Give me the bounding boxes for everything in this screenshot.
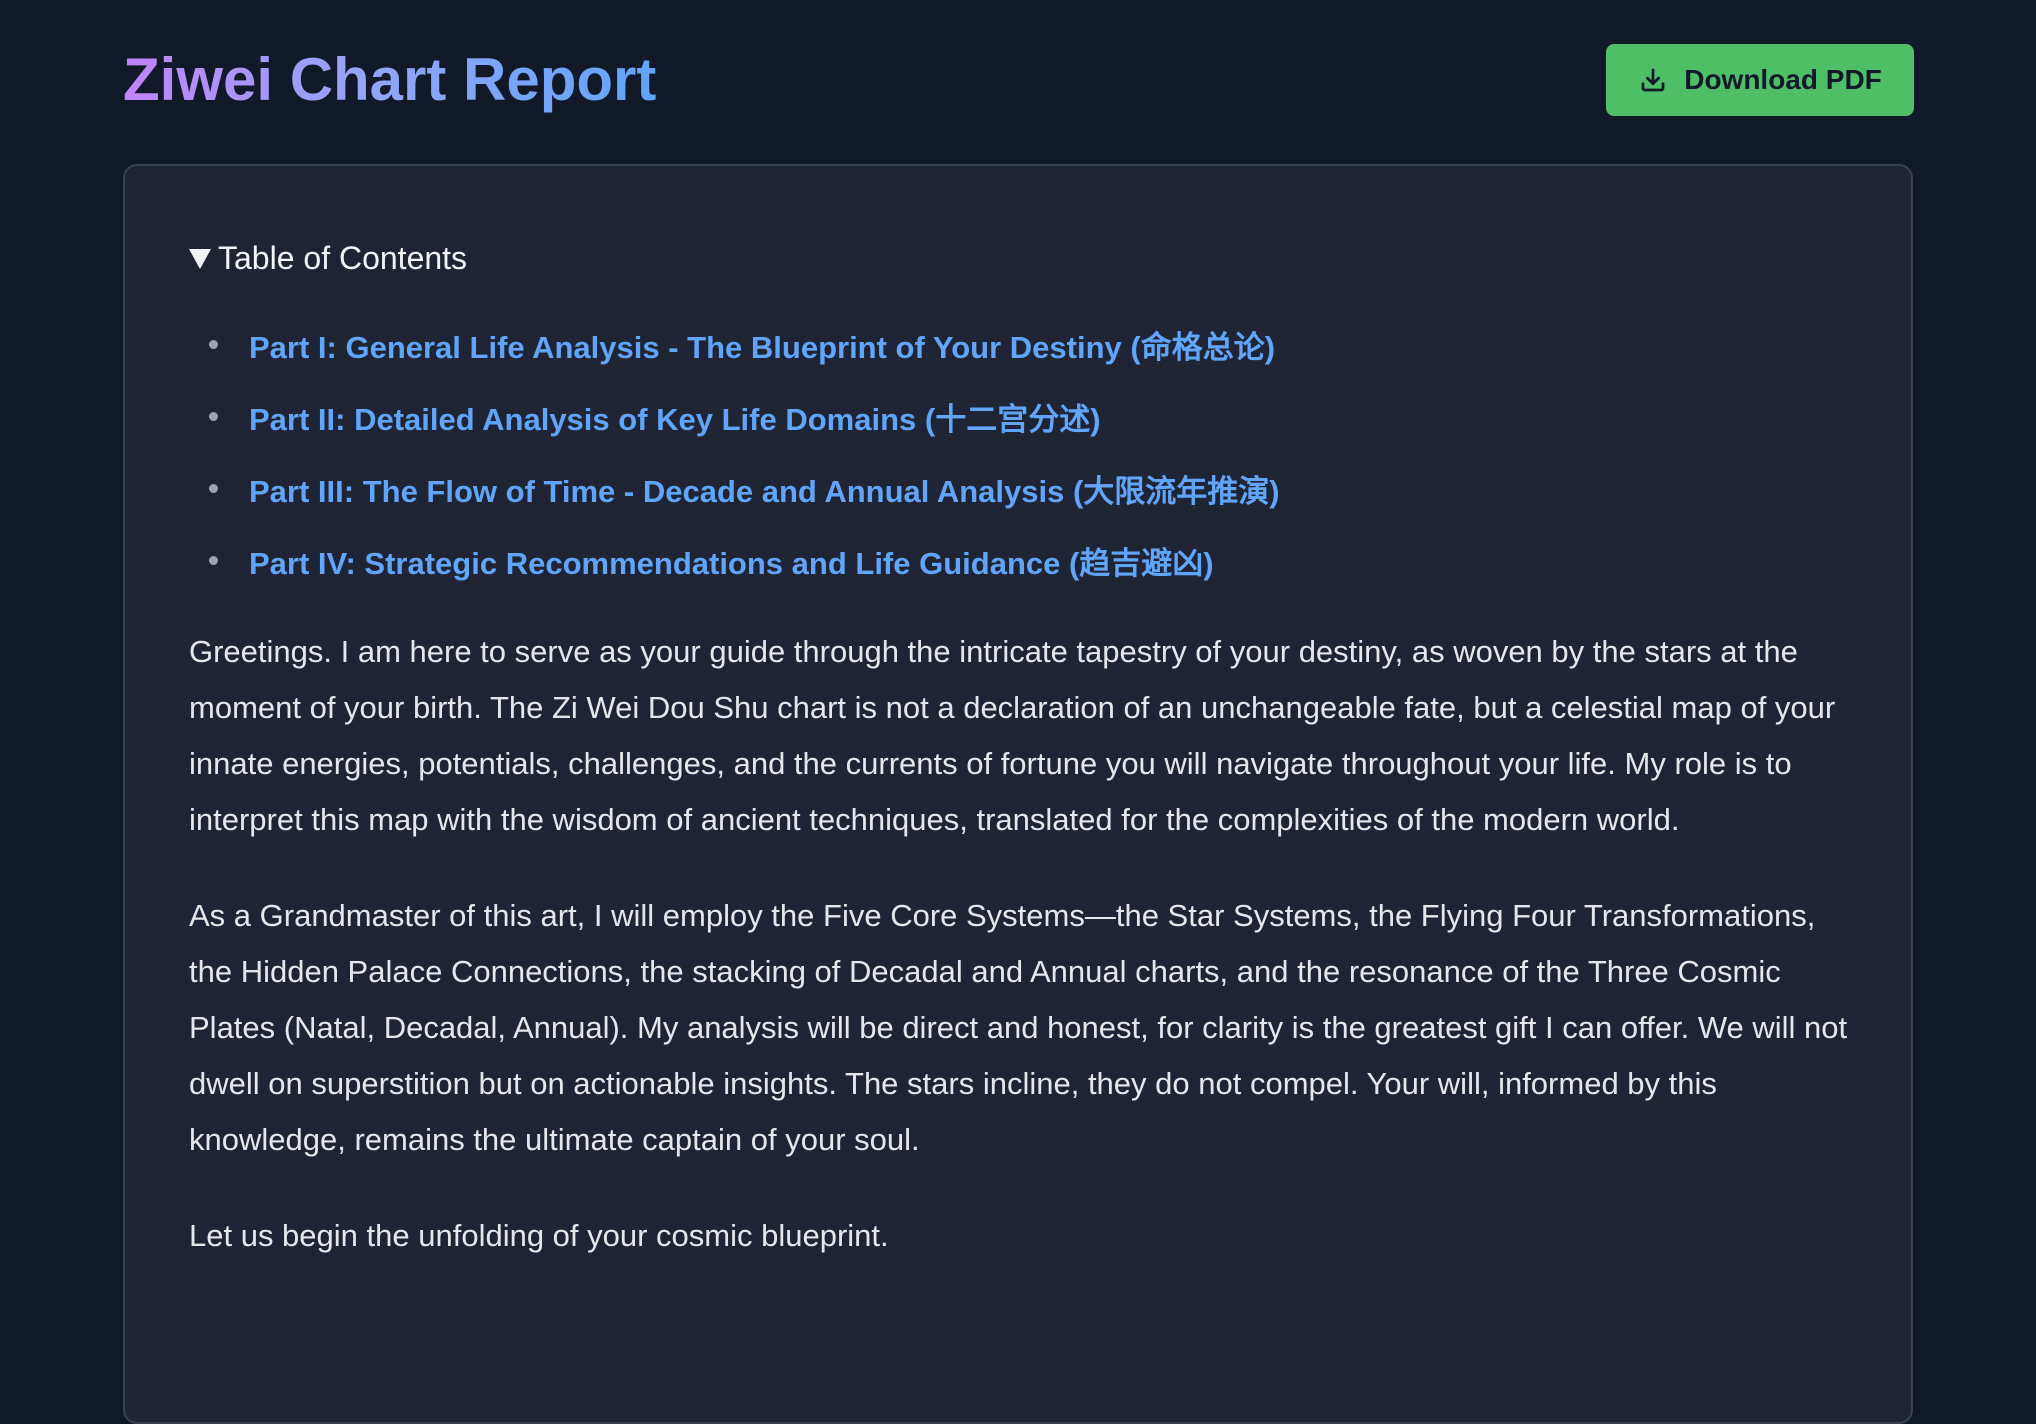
report-card: Table of Contents Part I: General Life A… [123, 164, 1913, 1424]
report-content: Table of Contents Part I: General Life A… [189, 234, 1849, 1264]
method-paragraph: As a Grandmaster of this art, I will emp… [189, 898, 1848, 1157]
toc-link-part-4[interactable]: Part IV: Strategic Recommendations and L… [249, 538, 1214, 583]
toc-label: Table of Contents [218, 239, 468, 276]
download-pdf-button[interactable]: Download PDF [1606, 44, 1914, 116]
toc-item: Part I: General Life Analysis - The Blue… [189, 308, 1849, 380]
intro-paragraph: Greetings. I am here to serve as your gu… [189, 634, 1836, 837]
toc-link-part-2[interactable]: Part II: Detailed Analysis of Key Life D… [249, 394, 1101, 439]
bullet-icon [209, 484, 218, 493]
toc-item: Part IV: Strategic Recommendations and L… [189, 524, 1849, 596]
bullet-icon [209, 412, 218, 421]
download-pdf-label: Download PDF [1684, 64, 1882, 95]
triangle-down-icon [189, 249, 211, 269]
toc-item: Part III: The Flow of Time - Decade and … [189, 452, 1849, 524]
bullet-icon [209, 340, 218, 349]
bullet-icon [209, 556, 218, 565]
closing-paragraph: Let us begin the unfolding of your cosmi… [189, 1218, 889, 1253]
toc-link-part-3[interactable]: Part III: The Flow of Time - Decade and … [249, 466, 1280, 511]
download-icon [1641, 68, 1665, 92]
page-header: Ziwei Chart Report Download PDF [123, 44, 1914, 116]
toc-link-part-1[interactable]: Part I: General Life Analysis - The Blue… [249, 322, 1275, 367]
toc-list: Part I: General Life Analysis - The Blue… [189, 308, 1849, 596]
page-title: Ziwei Chart Report [123, 44, 656, 116]
toc-item: Part II: Detailed Analysis of Key Life D… [189, 380, 1849, 452]
toc-toggle[interactable]: Table of Contents [189, 234, 1849, 282]
